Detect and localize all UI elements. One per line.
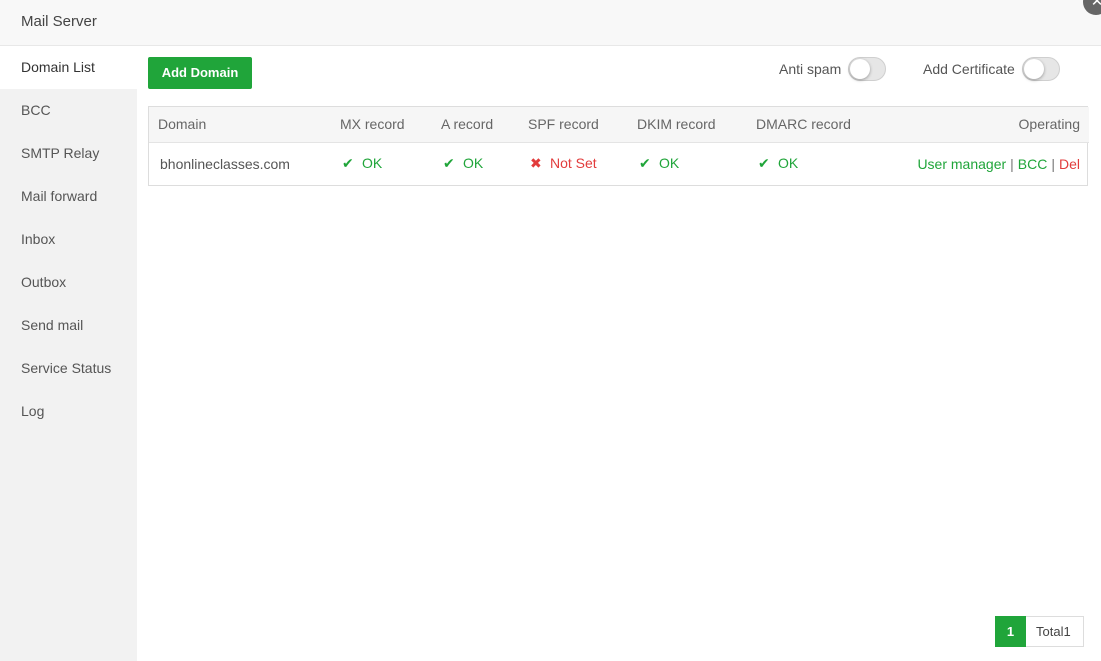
mail-server-dialog: Mail Server ✕ Domain List BCC SMTP Relay…: [0, 0, 1101, 661]
dmarc-record-cell: ✔ OK: [747, 142, 882, 185]
sidebar-item-inbox[interactable]: Inbox: [0, 218, 137, 261]
sidebar-item-domain-list[interactable]: Domain List: [0, 46, 137, 89]
dialog-titlebar: Mail Server: [0, 0, 1101, 46]
a-record-cell: ✔ OK: [432, 142, 519, 185]
column-header-spf-record: SPF record: [519, 107, 628, 143]
sidebar: Domain List BCC SMTP Relay Mail forward …: [0, 46, 137, 661]
current-page-button[interactable]: 1: [995, 616, 1026, 647]
sidebar-item-mail-forward[interactable]: Mail forward: [0, 175, 137, 218]
toggle-knob: [1023, 59, 1044, 79]
delete-link[interactable]: Del: [1059, 156, 1080, 172]
mx-record-cell: ✔ OK: [331, 142, 432, 185]
domain-name-cell: bhonlineclasses.com: [160, 155, 290, 172]
separator: |: [1010, 155, 1014, 172]
spf-status-text: Not Set: [550, 155, 597, 172]
dkim-record-cell: ✔ OK: [628, 142, 747, 185]
sidebar-item-outbox[interactable]: Outbox: [0, 261, 137, 304]
column-header-a-record: A record: [432, 107, 519, 143]
dialog-title: Mail Server: [21, 13, 97, 30]
anti-spam-toggle[interactable]: [848, 57, 887, 81]
column-header-operating: Operating: [882, 107, 1089, 143]
a-status-text: OK: [463, 155, 484, 172]
dkim-status-text: OK: [659, 155, 680, 172]
column-header-dkim-record: DKIM record: [628, 107, 747, 143]
separator: |: [1051, 155, 1055, 172]
main-panel: Add Domain Anti spam Add Certificate Dom…: [137, 46, 1101, 661]
operating-cell: User manager | BCC | Del: [882, 142, 1089, 185]
column-header-domain: Domain: [149, 107, 331, 143]
add-certificate-label: Add Certificate: [923, 61, 1015, 77]
spf-record-cell: ✖ Not Set: [519, 142, 628, 185]
sidebar-item-bcc[interactable]: BCC: [0, 89, 137, 132]
add-certificate-group: Add Certificate: [923, 57, 1060, 81]
mx-status-text: OK: [362, 155, 383, 172]
user-manager-link[interactable]: User manager: [917, 156, 1006, 172]
anti-spam-label: Anti spam: [779, 61, 842, 77]
sidebar-item-log[interactable]: Log: [0, 390, 137, 433]
pagination: 1 Total1: [995, 616, 1084, 647]
sidebar-item-send-mail[interactable]: Send mail: [0, 304, 137, 347]
check-icon: ✔: [443, 155, 455, 172]
add-domain-button[interactable]: Add Domain: [148, 57, 252, 89]
check-icon: ✔: [758, 155, 770, 172]
sidebar-item-smtp-relay[interactable]: SMTP Relay: [0, 132, 137, 175]
add-certificate-toggle[interactable]: [1021, 57, 1060, 81]
check-icon: ✔: [639, 155, 651, 172]
dmarc-status-text: OK: [778, 155, 799, 172]
sidebar-item-service-status[interactable]: Service Status: [0, 347, 137, 390]
anti-spam-group: Anti spam: [779, 57, 887, 81]
table-header-row: Domain MX record A record SPF record DKI…: [149, 107, 1089, 143]
check-icon: ✔: [342, 155, 354, 172]
bcc-link[interactable]: BCC: [1018, 156, 1048, 172]
total-count: Total1: [1026, 616, 1084, 647]
table-row: bhonlineclasses.com ✔ OK ✔ OK ✖ Not Set ✔ OK: [149, 142, 1089, 185]
cross-icon: ✖: [530, 155, 542, 172]
domain-table: Domain MX record A record SPF record DKI…: [148, 106, 1089, 186]
column-header-mx-record: MX record: [331, 107, 432, 143]
column-header-dmarc-record: DMARC record: [747, 107, 882, 143]
toggle-knob: [850, 59, 871, 79]
